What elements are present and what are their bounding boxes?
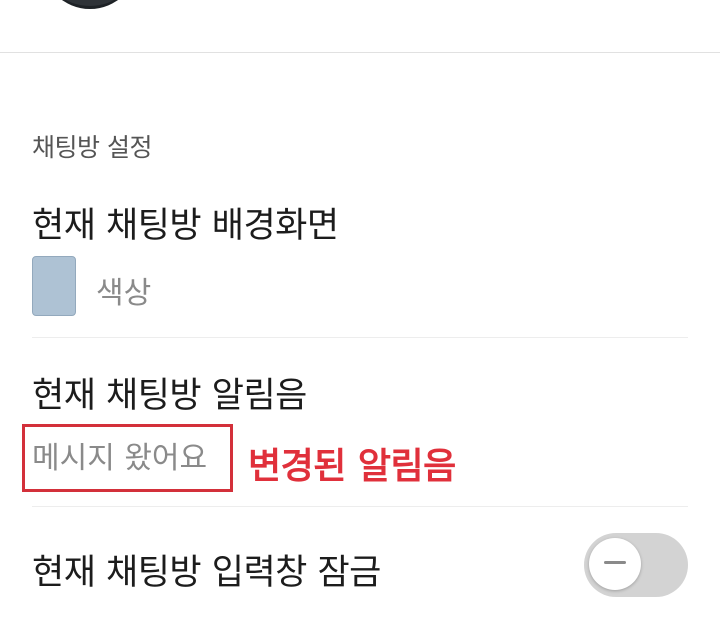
highlight-box — [22, 424, 233, 492]
minus-icon — [604, 561, 626, 564]
toggle-knob — [589, 538, 641, 590]
background-type-label: 색상 — [96, 276, 152, 311]
header-divider — [0, 52, 720, 53]
annotation-label: 변경된 알림음 — [248, 446, 456, 487]
input-lock-title: 현재 채팅방 입력창 잠금 — [32, 553, 381, 593]
notification-sound-title: 현재 채팅방 알림음 — [32, 376, 307, 416]
background-setting-title: 현재 채팅방 배경화면 — [32, 206, 339, 246]
row-divider — [32, 337, 688, 338]
background-color-swatch — [32, 256, 76, 316]
section-title: 채팅방 설정 — [32, 133, 152, 162]
input-lock-toggle[interactable] — [584, 533, 688, 597]
chatroom-settings-screen: 채팅방 설정 현재 채팅방 배경화면 색상 현재 채팅방 알림음 메시지 왔어요… — [0, 0, 720, 621]
row-divider — [32, 506, 688, 507]
profile-avatar — [42, 0, 138, 9]
